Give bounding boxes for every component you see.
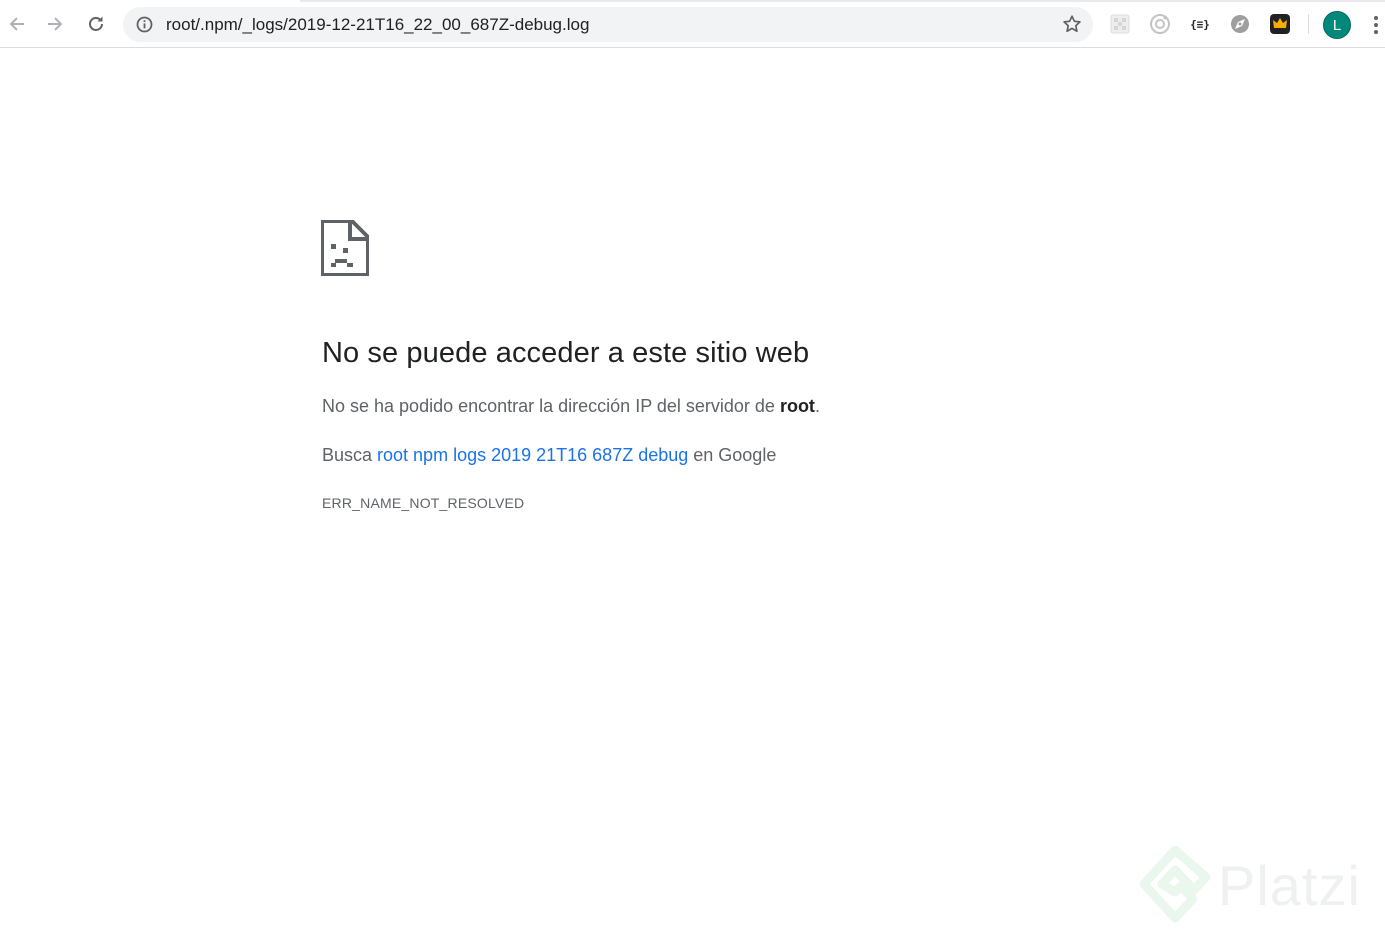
suggest-prefix: Busca bbox=[322, 445, 378, 465]
camera-extension-button[interactable] bbox=[1148, 12, 1172, 36]
json-extension-icon: {≡} bbox=[1190, 17, 1210, 31]
platzi-watermark: Platzi bbox=[1138, 846, 1378, 926]
platzi-logo-icon bbox=[1139, 846, 1211, 923]
info-icon[interactable] bbox=[136, 16, 153, 33]
sad-document-icon bbox=[321, 220, 369, 276]
url-text[interactable]: root/.npm/_logs/2019-12-21T16_22_00_687Z… bbox=[166, 15, 1046, 35]
reload-icon bbox=[89, 16, 103, 31]
google-search-link[interactable]: root npm logs 2019 21T16 687Z debug bbox=[377, 445, 688, 465]
menu-dots-icon[interactable] bbox=[1366, 12, 1385, 38]
forward-button[interactable] bbox=[40, 9, 70, 39]
toolbar-separator bbox=[1308, 14, 1309, 34]
star-icon[interactable] bbox=[1062, 14, 1082, 34]
tab-strip-edge bbox=[300, 0, 1385, 2]
forward-arrow-icon bbox=[48, 17, 63, 31]
json-extension-button[interactable]: {≡} bbox=[1188, 12, 1212, 36]
grid-extension-icon bbox=[1110, 14, 1130, 34]
browser-toolbar: root/.npm/_logs/2019-12-21T16_22_00_687Z… bbox=[0, 0, 1385, 48]
error-title: No se puede acceder a este sitio web bbox=[322, 337, 810, 369]
camera-extension-icon bbox=[1150, 14, 1170, 34]
error-code: ERR_NAME_NOT_RESOLVED bbox=[322, 495, 525, 511]
platzi-watermark-text: Platzi bbox=[1218, 854, 1361, 917]
error-description: No se ha podido encontrar la dirección I… bbox=[322, 394, 820, 418]
profile-avatar[interactable]: L bbox=[1323, 11, 1351, 39]
search-suggestion: Busca root npm logs 2019 21T16 687Z debu… bbox=[322, 443, 776, 467]
reload-button[interactable] bbox=[81, 9, 111, 39]
error-description-text: No se ha podido encontrar la dirección I… bbox=[322, 396, 780, 416]
grid-extension-button[interactable] bbox=[1108, 12, 1132, 36]
crown-extension-button[interactable] bbox=[1268, 12, 1292, 36]
back-arrow-icon bbox=[9, 17, 24, 31]
address-bar[interactable]: root/.npm/_logs/2019-12-21T16_22_00_687Z… bbox=[123, 7, 1093, 42]
error-host: root bbox=[779, 396, 815, 416]
crown-extension-icon bbox=[1270, 14, 1290, 34]
suggest-suffix: en Google bbox=[688, 445, 777, 465]
error-description-end: . bbox=[814, 396, 820, 416]
compass-extension-button[interactable] bbox=[1228, 12, 1252, 36]
compass-extension-icon bbox=[1231, 15, 1249, 33]
back-button[interactable] bbox=[2, 9, 32, 39]
